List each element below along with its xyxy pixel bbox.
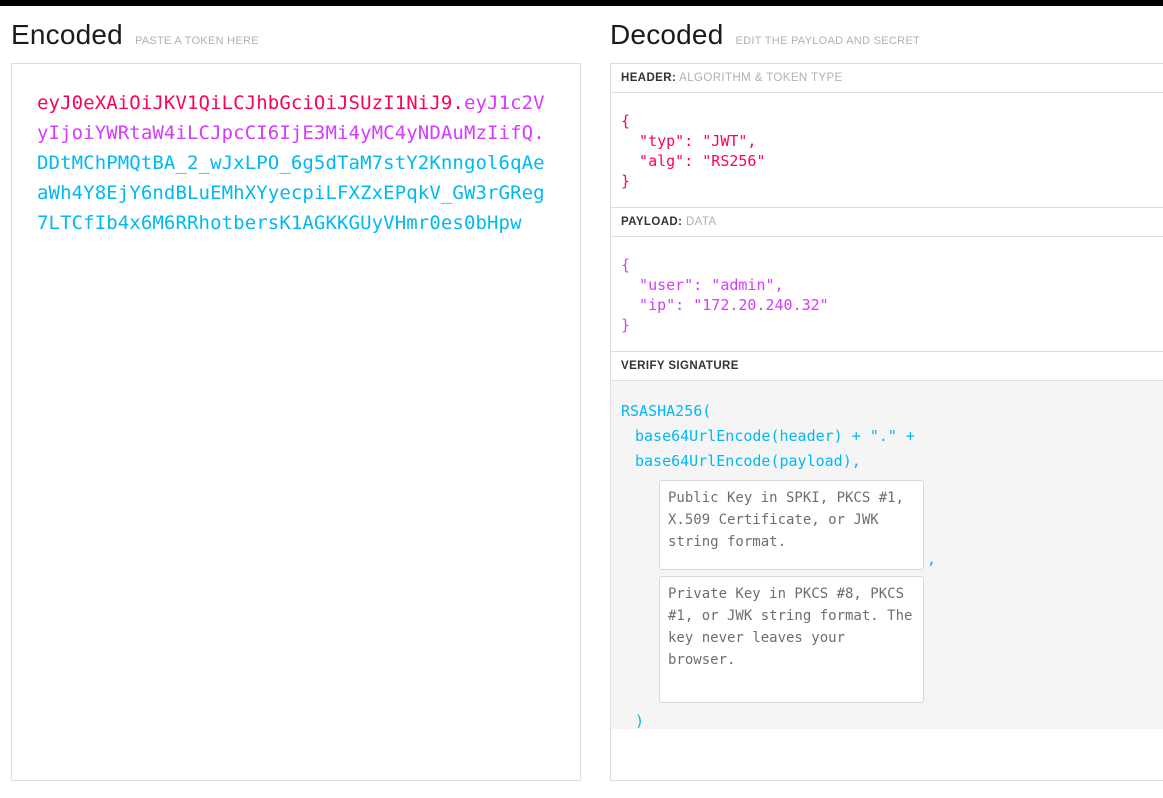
header-json-text[interactable]: { "typ": "JWT", "alg": "RS256" } [621, 111, 1163, 191]
private-key-input[interactable] [659, 575, 924, 703]
jwt-token-text[interactable]: eyJ0eXAiOiJKV1QiLCJhbGciOiJSUzI1NiJ9.eyJ… [37, 88, 556, 238]
encoded-panel: Encoded PASTE A TOKEN HERE eyJ0eXAiOiJKV… [0, 6, 592, 798]
encoded-panel-subtitle: PASTE A TOKEN HERE [134, 35, 259, 47]
encoded-panel-title: Encoded [11, 19, 123, 50]
jwt-debugger-app: Encoded PASTE A TOKEN HERE eyJ0eXAiOiJKV… [0, 6, 1163, 798]
token-separator-2: . [533, 121, 545, 144]
encoded-panel-heading: Encoded PASTE A TOKEN HERE [11, 6, 581, 63]
decoded-panel-heading: Decoded EDIT THE PAYLOAD AND SECRET [610, 6, 1163, 63]
signature-encode-header-line: base64UrlEncode(header) + "." + [635, 426, 915, 445]
header-json-body[interactable]: { "typ": "JWT", "alg": "RS256" } [611, 92, 1163, 208]
decoded-panel-title: Decoded [610, 19, 724, 50]
verify-signature-body: RSASHA256( base64UrlEncode(header) + "."… [611, 380, 1163, 729]
signature-close-paren: ) [635, 711, 645, 729]
signature-encode-payload-line: base64UrlEncode(payload), [635, 451, 861, 470]
public-key-comma: , [927, 549, 937, 568]
signature-algorithm-line: RSASHA256( [621, 401, 712, 420]
decoded-card: HEADER: ALGORITHM & TOKEN TYPE { "typ": … [610, 62, 1163, 781]
token-input-card[interactable]: eyJ0eXAiOiJKV1QiLCJhbGciOiJSUzI1NiJ9.eyJ… [11, 62, 581, 781]
verify-signature-label-strong: VERIFY SIGNATURE [621, 359, 739, 372]
public-key-input[interactable] [659, 479, 924, 570]
verify-signature-section-label: VERIFY SIGNATURE [611, 351, 1163, 381]
header-section-label-hint: ALGORITHM & TOKEN TYPE [679, 71, 843, 84]
payload-json-body[interactable]: { "user": "admin", "ip": "172.20.240.32"… [611, 236, 1163, 352]
payload-section-label: PAYLOAD: DATA [611, 207, 1163, 237]
decoded-panel-subtitle: EDIT THE PAYLOAD AND SECRET [735, 35, 921, 47]
decoded-panel: Decoded EDIT THE PAYLOAD AND SECRET HEAD… [592, 6, 1163, 798]
payload-section-label-hint: DATA [685, 215, 717, 228]
payload-section-label-strong: PAYLOAD: [621, 215, 683, 228]
private-key-row [621, 570, 1163, 703]
token-signature-segment: DDtMChPMQtBA_2_wJxLPO_6g5dTaM7stY2Knngol… [37, 151, 545, 234]
token-header-segment: eyJ0eXAiOiJKV1QiLCJhbGciOiJSUzI1NiJ9 [37, 91, 453, 114]
public-key-row: , [621, 474, 1163, 570]
token-separator-1: . [452, 91, 464, 114]
header-section-label: HEADER: ALGORITHM & TOKEN TYPE [611, 63, 1163, 93]
payload-json-text[interactable]: { "user": "admin", "ip": "172.20.240.32"… [621, 255, 1163, 335]
header-section-label-strong: HEADER: [621, 71, 677, 84]
